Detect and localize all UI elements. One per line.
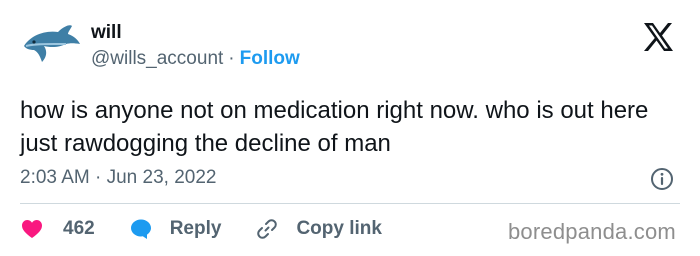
tweet-timestamp[interactable]: 2:03 AM · Jun 23, 2022: [20, 167, 216, 189]
x-logo-icon[interactable]: [642, 22, 674, 52]
heart-icon: [22, 220, 42, 238]
divider: [20, 203, 680, 204]
like-count: 462: [63, 218, 95, 239]
copy-link-label: Copy link: [296, 218, 382, 239]
author-handle-row: @wills_account · Follow: [91, 48, 300, 70]
watermark: boredpanda.com: [508, 219, 676, 244]
link-icon: [257, 219, 278, 239]
follow-button[interactable]: Follow: [240, 48, 300, 69]
action-bar: 462 Reply Copy link: [20, 217, 416, 241]
tweet-text: how is anyone not on medication right no…: [20, 97, 649, 157]
like-button[interactable]: 462: [20, 217, 95, 241]
speech-bubble-icon: [130, 219, 151, 239]
copy-link-button[interactable]: Copy link: [255, 217, 382, 241]
tweet-card: will @wills_account · Follow how is anyone…: [0, 0, 700, 256]
author-name[interactable]: will: [91, 22, 122, 44]
separator-dot: ·: [228, 48, 235, 69]
info-icon[interactable]: [650, 167, 674, 191]
reply-button[interactable]: Reply: [129, 217, 222, 241]
reply-label: Reply: [169, 218, 222, 239]
dolphin-icon[interactable]: [20, 22, 84, 66]
author-handle[interactable]: @wills_account: [91, 48, 223, 69]
